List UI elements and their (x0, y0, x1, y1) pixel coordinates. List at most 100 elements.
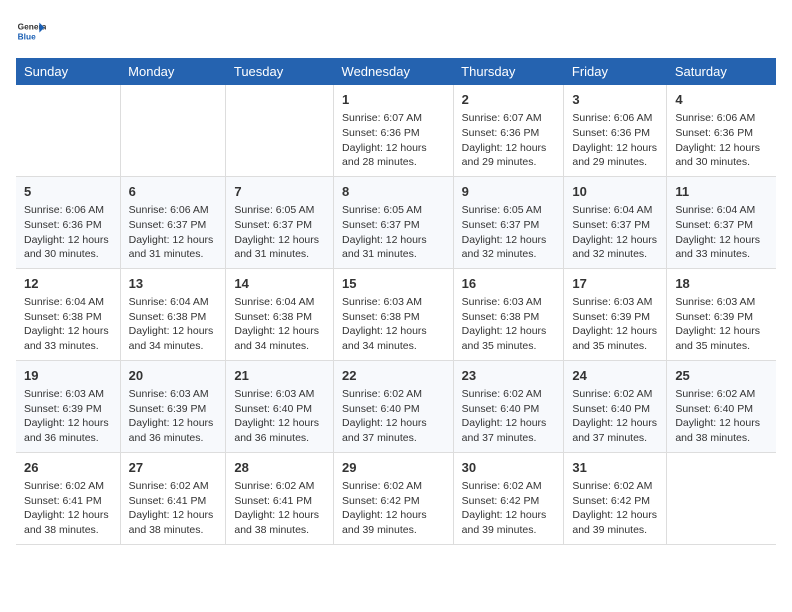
svg-text:Blue: Blue (18, 31, 36, 41)
logo-icon: General Blue (16, 16, 46, 46)
weekday-header-wednesday: Wednesday (334, 58, 454, 85)
calendar-cell (16, 85, 120, 176)
day-number: 27 (129, 459, 218, 477)
calendar-week-row: 19Sunrise: 6:03 AM Sunset: 6:39 PM Dayli… (16, 360, 776, 452)
day-info: Sunrise: 6:07 AM Sunset: 6:36 PM Dayligh… (462, 111, 556, 170)
day-number: 11 (675, 183, 768, 201)
day-number: 28 (234, 459, 325, 477)
day-number: 14 (234, 275, 325, 293)
day-info: Sunrise: 6:02 AM Sunset: 6:41 PM Dayligh… (24, 479, 112, 538)
day-info: Sunrise: 6:06 AM Sunset: 6:36 PM Dayligh… (675, 111, 768, 170)
calendar-cell: 2 Sunrise: 6:07 AM Sunset: 6:36 PM Daylig… (453, 85, 564, 176)
calendar-week-row: 12 Sunrise: 6:04 AM Sunset: 6:38 PM Dayli… (16, 268, 776, 360)
calendar-table: SundayMondayTuesdayWednesdayThursdayFrid… (16, 58, 776, 545)
calendar-cell: 4Sunrise: 6:06 AM Sunset: 6:36 PM Daylig… (667, 85, 776, 176)
day-number: 13 (129, 275, 218, 293)
day-number: 1 (342, 91, 445, 109)
day-number: 22 (342, 367, 445, 385)
day-info: Sunrise: 6:03 AM Sunset: 6:39 PM Dayligh… (129, 387, 218, 446)
calendar-cell: 12Sunrise: 6:04 AM Sunset: 6:38 PM Dayli… (16, 268, 120, 360)
calendar-cell: 21 Sunrise: 6:03 AM Sunset: 6:40 PM Dayli… (226, 360, 334, 452)
day-info: Sunrise: 6:02 AM Sunset: 6:42 PM Dayligh… (342, 479, 445, 538)
calendar-cell: 16 Sunrise: 6:03 AM Sunset: 6:38 PM Dayli… (453, 268, 564, 360)
calendar-cell: 23 Sunrise: 6:02 AM Sunset: 6:40 PM Dayli… (453, 360, 564, 452)
day-info: Sunrise: 6:04 AM Sunset: 6:37 PM Dayligh… (675, 203, 768, 262)
calendar-cell: 11 Sunrise: 6:04 AM Sunset: 6:37 PM Dayli… (667, 176, 776, 268)
page-header: General Blue (16, 16, 776, 46)
day-info: Sunrise: 6:07 AM Sunset: 6:36 PM Dayligh… (342, 111, 445, 170)
day-number: 29 (342, 459, 445, 477)
day-info: Sunrise: 6:05 AM Sunset: 6:37 PM Dayligh… (342, 203, 445, 262)
day-number: 23 (462, 367, 556, 385)
weekday-header-tuesday: Tuesday (226, 58, 334, 85)
day-info: Sunrise: 6:03 AM Sunset: 6:40 PM Dayligh… (234, 387, 325, 446)
day-info: Sunrise: 6:03 AM Sunset: 6:39 PM Dayligh… (24, 387, 112, 446)
logo: General Blue (16, 16, 46, 46)
calendar-cell: 6 Sunrise: 6:06 AM Sunset: 6:37 PM Daylig… (120, 176, 226, 268)
day-number: 21 (234, 367, 325, 385)
day-info: Sunrise: 6:06 AM Sunset: 6:37 PM Dayligh… (129, 203, 218, 262)
day-number: 10 (572, 183, 658, 201)
day-number: 5 (24, 183, 112, 201)
day-number: 15 (342, 275, 445, 293)
day-info: Sunrise: 6:02 AM Sunset: 6:42 PM Dayligh… (572, 479, 658, 538)
day-number: 12 (24, 275, 112, 293)
weekday-header-row: SundayMondayTuesdayWednesdayThursdayFrid… (16, 58, 776, 85)
day-info: Sunrise: 6:02 AM Sunset: 6:42 PM Dayligh… (462, 479, 556, 538)
day-number: 20 (129, 367, 218, 385)
day-info: Sunrise: 6:02 AM Sunset: 6:41 PM Dayligh… (234, 479, 325, 538)
weekday-header-thursday: Thursday (453, 58, 564, 85)
day-number: 26 (24, 459, 112, 477)
day-number: 6 (129, 183, 218, 201)
calendar-cell: 27Sunrise: 6:02 AM Sunset: 6:41 PM Dayli… (120, 452, 226, 544)
calendar-cell: 31Sunrise: 6:02 AM Sunset: 6:42 PM Dayli… (564, 452, 667, 544)
calendar-week-row: 5 Sunrise: 6:06 AM Sunset: 6:36 PM Daylig… (16, 176, 776, 268)
day-info: Sunrise: 6:03 AM Sunset: 6:38 PM Dayligh… (342, 295, 445, 354)
day-info: Sunrise: 6:04 AM Sunset: 6:38 PM Dayligh… (234, 295, 325, 354)
day-info: Sunrise: 6:04 AM Sunset: 6:38 PM Dayligh… (129, 295, 218, 354)
calendar-cell: 22 Sunrise: 6:02 AM Sunset: 6:40 PM Dayli… (334, 360, 454, 452)
day-info: Sunrise: 6:05 AM Sunset: 6:37 PM Dayligh… (234, 203, 325, 262)
calendar-cell: 13 Sunrise: 6:04 AM Sunset: 6:38 PM Dayli… (120, 268, 226, 360)
calendar-cell: 5 Sunrise: 6:06 AM Sunset: 6:36 PM Daylig… (16, 176, 120, 268)
day-number: 30 (462, 459, 556, 477)
weekday-header-friday: Friday (564, 58, 667, 85)
calendar-week-row: 26 Sunrise: 6:02 AM Sunset: 6:41 PM Dayli… (16, 452, 776, 544)
calendar-cell (667, 452, 776, 544)
day-number: 17 (572, 275, 658, 293)
calendar-cell: 29 Sunrise: 6:02 AM Sunset: 6:42 PM Dayli… (334, 452, 454, 544)
day-info: Sunrise: 6:03 AM Sunset: 6:39 PM Dayligh… (572, 295, 658, 354)
day-info: Sunrise: 6:06 AM Sunset: 6:36 PM Dayligh… (24, 203, 112, 262)
calendar-cell: 25Sunrise: 6:02 AM Sunset: 6:40 PM Dayli… (667, 360, 776, 452)
calendar-cell: 18Sunrise: 6:03 AM Sunset: 6:39 PM Dayli… (667, 268, 776, 360)
calendar-cell: 15 Sunrise: 6:03 AM Sunset: 6:38 PM Dayli… (334, 268, 454, 360)
day-number: 8 (342, 183, 445, 201)
day-number: 16 (462, 275, 556, 293)
calendar-cell: 10 Sunrise: 6:04 AM Sunset: 6:37 PM Dayli… (564, 176, 667, 268)
calendar-cell: 24 Sunrise: 6:02 AM Sunset: 6:40 PM Dayli… (564, 360, 667, 452)
day-info: Sunrise: 6:02 AM Sunset: 6:40 PM Dayligh… (572, 387, 658, 446)
day-info: Sunrise: 6:05 AM Sunset: 6:37 PM Dayligh… (462, 203, 556, 262)
day-info: Sunrise: 6:03 AM Sunset: 6:38 PM Dayligh… (462, 295, 556, 354)
day-number: 18 (675, 275, 768, 293)
day-info: Sunrise: 6:04 AM Sunset: 6:37 PM Dayligh… (572, 203, 658, 262)
day-info: Sunrise: 6:02 AM Sunset: 6:40 PM Dayligh… (675, 387, 768, 446)
calendar-cell: 26 Sunrise: 6:02 AM Sunset: 6:41 PM Dayli… (16, 452, 120, 544)
calendar-cell: 9Sunrise: 6:05 AM Sunset: 6:37 PM Daylig… (453, 176, 564, 268)
calendar-cell: 19Sunrise: 6:03 AM Sunset: 6:39 PM Dayli… (16, 360, 120, 452)
calendar-cell: 14 Sunrise: 6:04 AM Sunset: 6:38 PM Dayli… (226, 268, 334, 360)
calendar-cell: 17 Sunrise: 6:03 AM Sunset: 6:39 PM Dayli… (564, 268, 667, 360)
calendar-cell (226, 85, 334, 176)
day-number: 2 (462, 91, 556, 109)
day-info: Sunrise: 6:06 AM Sunset: 6:36 PM Dayligh… (572, 111, 658, 170)
calendar-cell: 1 Sunrise: 6:07 AM Sunset: 6:36 PM Daylig… (334, 85, 454, 176)
day-info: Sunrise: 6:02 AM Sunset: 6:40 PM Dayligh… (462, 387, 556, 446)
day-info: Sunrise: 6:02 AM Sunset: 6:40 PM Dayligh… (342, 387, 445, 446)
day-number: 24 (572, 367, 658, 385)
calendar-cell: 8 Sunrise: 6:05 AM Sunset: 6:37 PM Daylig… (334, 176, 454, 268)
calendar-cell: 28 Sunrise: 6:02 AM Sunset: 6:41 PM Dayli… (226, 452, 334, 544)
calendar-cell: 7Sunrise: 6:05 AM Sunset: 6:37 PM Daylig… (226, 176, 334, 268)
calendar-cell (120, 85, 226, 176)
calendar-cell: 30 Sunrise: 6:02 AM Sunset: 6:42 PM Dayli… (453, 452, 564, 544)
calendar-week-row: 1 Sunrise: 6:07 AM Sunset: 6:36 PM Daylig… (16, 85, 776, 176)
